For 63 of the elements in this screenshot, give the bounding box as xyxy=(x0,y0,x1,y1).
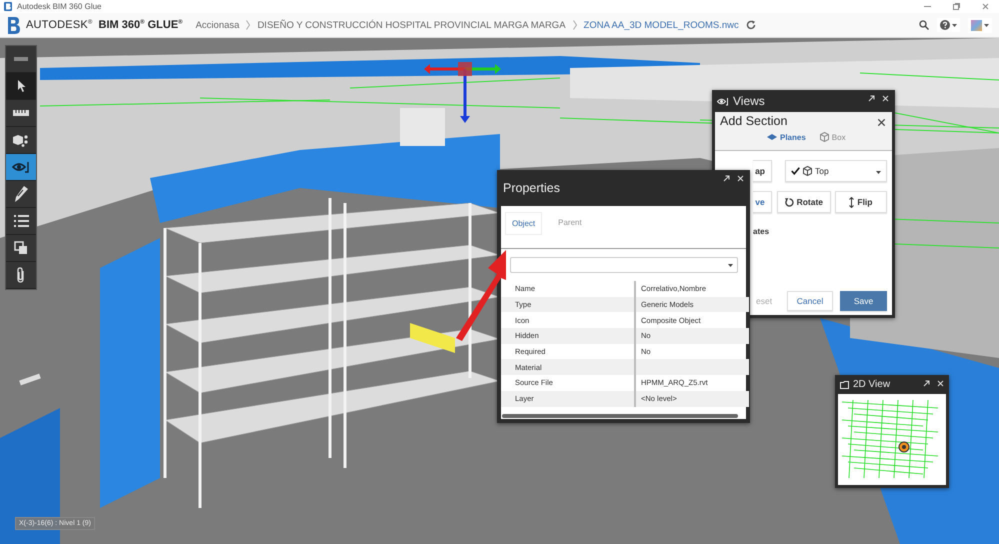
brand-logo-icon xyxy=(7,16,20,34)
popout-icon[interactable] xyxy=(923,380,930,387)
eye-icon xyxy=(717,96,729,106)
search-icon[interactable] xyxy=(919,20,929,30)
toolbar-button[interactable] xyxy=(6,262,36,289)
section-title: Add Section xyxy=(720,114,788,128)
properties-tab[interactable]: Parent xyxy=(552,212,588,233)
panel-title: Properties xyxy=(503,181,560,195)
popout-icon[interactable] xyxy=(868,95,875,102)
move-button[interactable]: ve xyxy=(753,191,772,213)
section-tab[interactable]: Planes xyxy=(767,132,806,142)
cancel-button[interactable]: Cancel xyxy=(787,291,833,311)
vertical-arrows-icon xyxy=(849,196,854,208)
squares-icon xyxy=(14,241,28,255)
cube-icon xyxy=(803,166,812,176)
window-title: Autodesk BIM 360 Glue xyxy=(17,2,102,11)
help-button[interactable] xyxy=(937,18,960,32)
grip-icon xyxy=(14,57,28,61)
restore-icon[interactable] xyxy=(953,3,960,10)
pen-icon xyxy=(14,186,28,202)
caret-icon xyxy=(984,24,989,26)
list-icon xyxy=(14,215,28,227)
breadcrumb-link[interactable]: ZONA AA_3D MODEL_ROOMS.nwc xyxy=(584,20,739,30)
toolbar-button[interactable] xyxy=(6,235,36,262)
breadcrumb-link[interactable]: DISEÑO Y CONSTRUCCIÓN HOSPITAL PROVINCIAL MARGA MARGA xyxy=(257,20,566,30)
user-menu-button[interactable] xyxy=(968,18,992,32)
plane-dropdown[interactable]: Top xyxy=(785,160,887,182)
caret-icon xyxy=(876,171,881,174)
toolbar-button[interactable] xyxy=(6,208,36,235)
panel-title: Views xyxy=(733,94,765,108)
avatar-image xyxy=(971,20,982,30)
toolbar-button[interactable] xyxy=(6,127,36,154)
toolbar-button[interactable] xyxy=(6,100,36,127)
popout-icon[interactable] xyxy=(723,175,730,182)
scrollbar[interactable] xyxy=(502,414,738,418)
properties-tab[interactable]: Object xyxy=(505,212,542,235)
cube-icon xyxy=(820,132,829,142)
save-button[interactable]: Save xyxy=(840,291,887,311)
rotate-icon xyxy=(784,198,794,206)
refresh-icon[interactable] xyxy=(746,20,756,30)
help-icon xyxy=(940,20,950,30)
toolbar-button[interactable] xyxy=(6,181,36,208)
cubes-icon xyxy=(13,134,29,146)
breadcrumb-link[interactable]: Accionasa xyxy=(196,20,240,30)
caret-icon xyxy=(728,264,733,266)
cursor-icon xyxy=(16,80,26,92)
ruler-icon xyxy=(13,110,29,116)
plane-icon xyxy=(767,134,777,140)
chevron-icon xyxy=(246,20,250,30)
product-name: BIM 360$^{®}$ GLUE$^{®}$ xyxy=(98,19,183,31)
close-button[interactable] xyxy=(877,118,886,127)
rotate-button[interactable]: Rotate xyxy=(776,191,831,213)
eye-icon xyxy=(12,161,30,173)
caret-icon xyxy=(952,24,957,26)
snap-button[interactable]: ap xyxy=(753,160,772,182)
chevron-icon xyxy=(572,20,577,30)
panel-title: 2D View xyxy=(853,379,890,390)
toolbar-button[interactable] xyxy=(6,73,36,100)
coordinates-label: ates xyxy=(752,227,770,236)
brand-name: AUTODESK$^{®}$ xyxy=(26,19,93,31)
paperclip-icon xyxy=(16,267,26,283)
section-tab[interactable]: Box xyxy=(820,132,846,142)
flip-button[interactable]: Flip xyxy=(834,191,887,213)
